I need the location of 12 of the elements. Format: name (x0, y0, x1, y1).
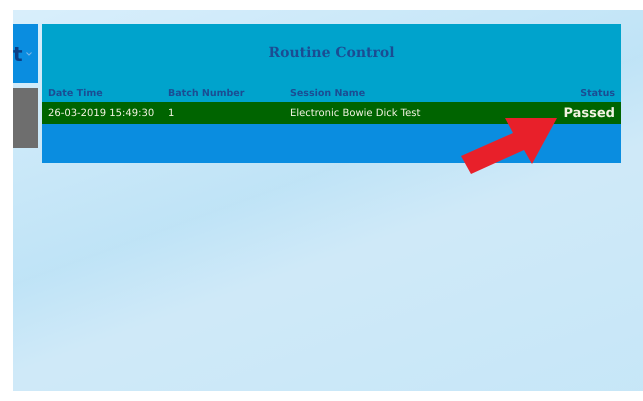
column-header: Date Time (47, 87, 104, 101)
table-cell: 1 (162, 102, 284, 124)
table-cell: 26-03-2019 15:49:30 (42, 102, 162, 124)
table-cell: Electronic Bowie Dick Test (284, 102, 531, 124)
status-cell: Passed (531, 102, 621, 124)
panel-title: Routine Control (267, 44, 396, 63)
menu-button[interactable]: t (13, 24, 38, 83)
column-header: Batch Number (167, 87, 246, 101)
column-header: Status (579, 87, 616, 101)
caret-icon (26, 52, 32, 56)
sidebar-block (13, 88, 38, 148)
column-header: Session Name (289, 87, 366, 101)
